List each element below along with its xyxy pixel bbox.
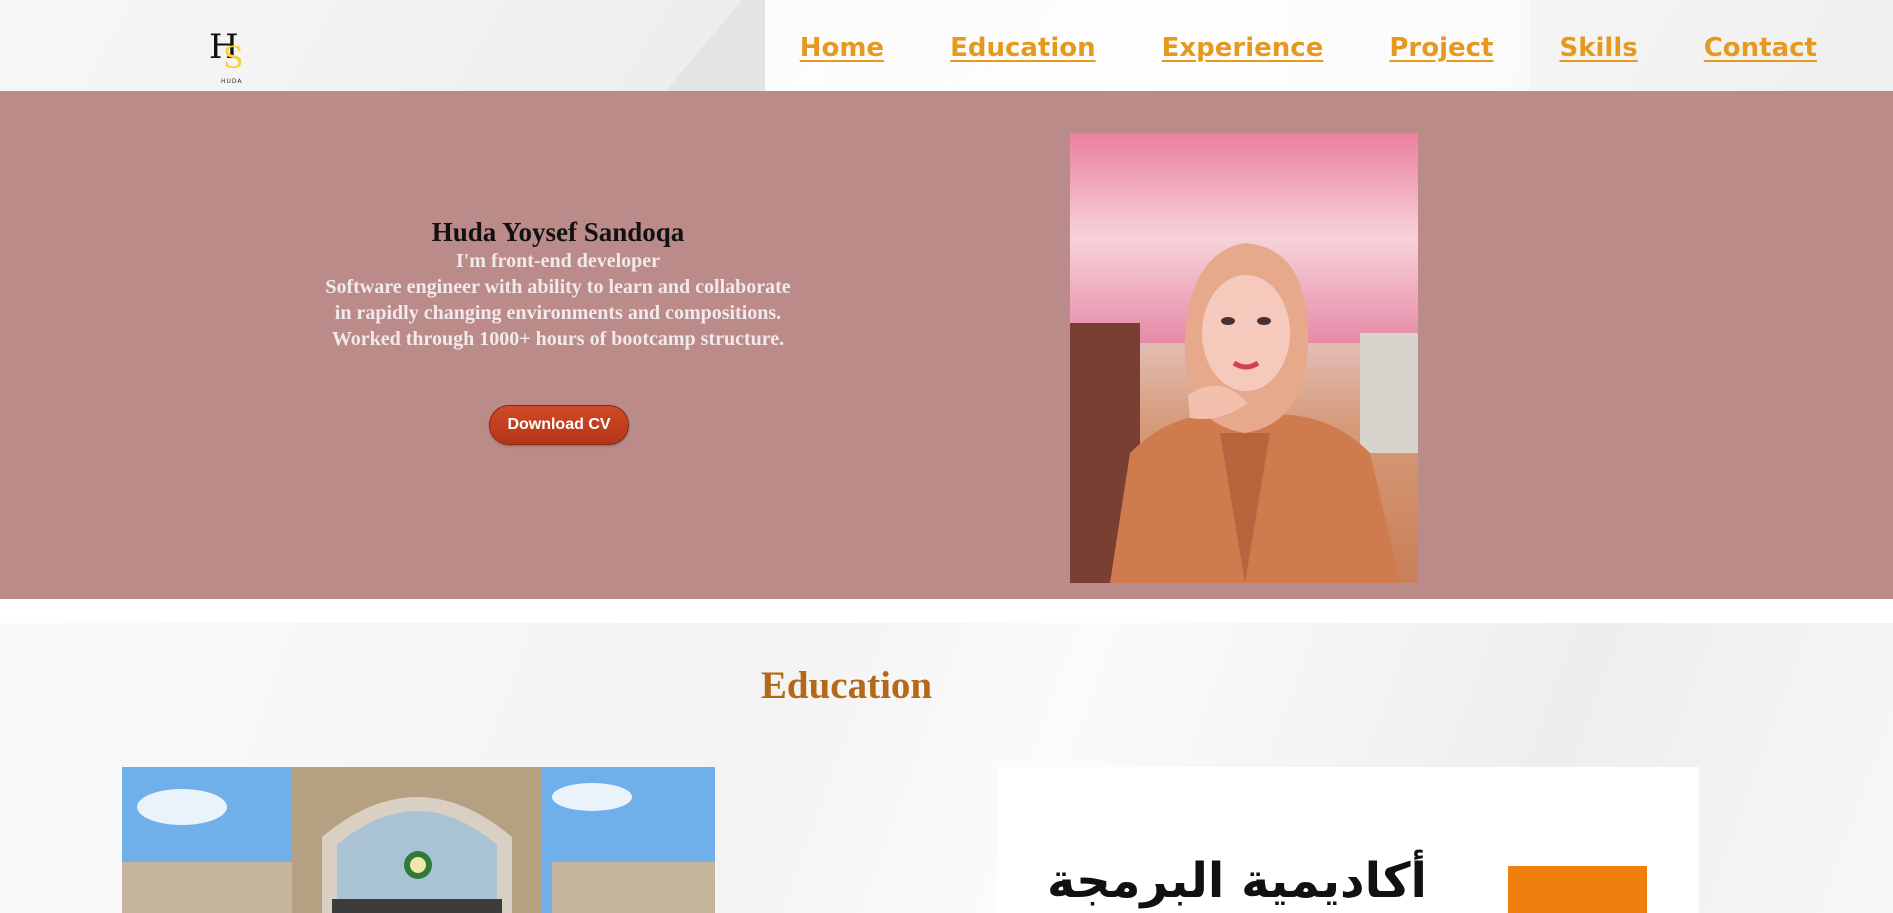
site-header: H S HUDA Home Education Experience Proje… [0, 0, 1893, 91]
logo-caption: HUDA [221, 78, 243, 85]
nav-experience[interactable]: Experience [1162, 33, 1324, 63]
hero-name: Huda Yoysef Sandoqa [431, 217, 685, 247]
academy-logo-card: أكاديمية البرمجة [997, 767, 1699, 913]
university-image [122, 767, 715, 913]
academy-logo-text: أكاديمية البرمجة [1047, 853, 1427, 909]
section-divider [0, 599, 1893, 623]
hero-section: Huda Yoysef Sandoqa I'm front-end develo… [0, 91, 1893, 599]
nav-skills[interactable]: Skills [1559, 33, 1637, 63]
download-cv-button[interactable]: Download CV [489, 405, 629, 445]
nav-home[interactable]: Home [800, 33, 884, 63]
main-nav: Home Education Experience Project Skills… [800, 33, 1817, 63]
hero-intro: Huda Yoysef Sandoqa I'm front-end develo… [258, 216, 858, 352]
logo[interactable]: H S HUDA [209, 30, 251, 90]
academy-logo-block [1508, 866, 1647, 913]
logo-letter-s: S [223, 41, 244, 76]
hero-summary-line: in rapidly changing environments and com… [334, 302, 782, 324]
nav-education[interactable]: Education [950, 33, 1096, 63]
hero-summary-line: Software engineer with ability to learn … [325, 276, 791, 298]
profile-photo [1070, 133, 1418, 583]
nav-contact[interactable]: Contact [1704, 33, 1817, 63]
hero-role: I'm front-end developer [455, 250, 661, 272]
nav-project[interactable]: Project [1389, 33, 1493, 63]
education-title: Education [760, 664, 933, 707]
hero-summary-line: Worked through 1000+ hours of bootcamp s… [331, 328, 785, 350]
education-section: Education أكاديمية البرمجة [0, 623, 1893, 913]
